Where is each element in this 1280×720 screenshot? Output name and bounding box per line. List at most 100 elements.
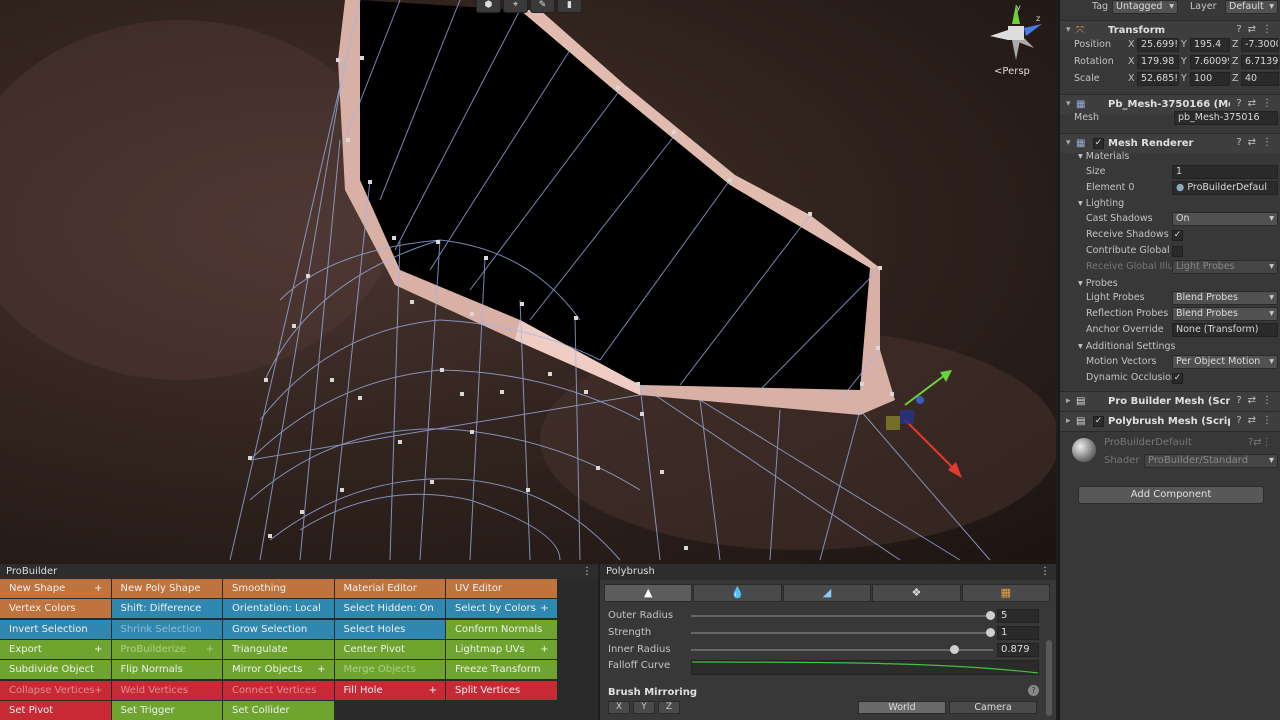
rotation-x-field[interactable]: 179.98: [1137, 55, 1179, 69]
probuilder-button-set-trigger[interactable]: Set Trigger: [111, 700, 222, 720]
scene-view[interactable]: ⬢ ⌖ ✎ ▮ y z <Persp: [0, 0, 1056, 564]
light-probes-dropdown[interactable]: Blend Probes: [1172, 291, 1278, 305]
dynamic-occlusion-checkbox[interactable]: ✓: [1172, 373, 1183, 384]
inner-radius-slider[interactable]: [691, 649, 993, 651]
probuilder-button-triangulate[interactable]: Triangulate: [223, 639, 334, 659]
probuilder-button-select-by-colors[interactable]: Select by Colors +: [446, 599, 557, 619]
probuilder-button-shrink-selection[interactable]: Shrink Selection: [111, 619, 222, 639]
component-tools[interactable]: ?⇄⋮: [1236, 24, 1278, 35]
sculpt-mode-icon[interactable]: ▲: [604, 584, 693, 602]
tag-dropdown[interactable]: Untagged: [1112, 0, 1178, 14]
scene-tool-2[interactable]: ⌖: [503, 0, 528, 13]
probuilder-button-material-editor[interactable]: Material Editor: [334, 579, 445, 598]
camera-space-button[interactable]: Camera: [949, 701, 1037, 714]
outer-radius-knob[interactable]: [986, 611, 995, 620]
collapse-arrow-icon[interactable]: ▸: [1066, 396, 1071, 406]
probuilder-button-flip-normals[interactable]: Flip Normals: [111, 660, 222, 680]
mesh-object-field[interactable]: pb_Mesh-375016: [1174, 111, 1278, 125]
lighting-foldout[interactable]: ▾ Lighting: [1060, 197, 1280, 213]
world-space-button[interactable]: World: [858, 701, 946, 714]
scene-tool-4[interactable]: ▮: [557, 0, 582, 13]
element0-field[interactable]: ● ProBuilderDefaul: [1172, 181, 1278, 195]
options-plus-icon[interactable]: +: [317, 660, 325, 679]
probuilder-button-invert-selection[interactable]: Invert Selection: [0, 619, 111, 639]
options-plus-icon[interactable]: +: [429, 681, 437, 700]
panel-menu-icon[interactable]: ⋮: [582, 564, 592, 580]
enable-checkbox[interactable]: ✓: [1093, 138, 1104, 149]
options-plus-icon[interactable]: +: [94, 640, 102, 659]
pro-builder-mesh-header[interactable]: ▸ ▤ Pro Builder Mesh (Scrip ?⇄⋮: [1060, 391, 1280, 411]
probuilder-button-select-hidden-on[interactable]: Select Hidden: On: [334, 599, 445, 619]
probuilder-button-fill-hole[interactable]: Fill Hole +: [334, 680, 445, 700]
probuilder-button-conform-normals[interactable]: Conform Normals: [446, 619, 557, 639]
probuilder-button-export[interactable]: Export +: [0, 639, 111, 659]
strength-knob[interactable]: [986, 628, 995, 637]
probuilder-tab[interactable]: ProBuilder ⋮: [0, 564, 598, 580]
probuilder-button-connect-vertices[interactable]: Connect Vertices: [223, 680, 334, 700]
inner-radius-field[interactable]: 0.879: [997, 643, 1039, 657]
materials-foldout[interactable]: ▾ Materials: [1060, 150, 1280, 166]
scale-z-field[interactable]: 40: [1241, 72, 1279, 86]
component-tools[interactable]: ?⇄⋮: [1236, 415, 1278, 426]
probuilder-button-uv-editor[interactable]: UV Editor: [446, 579, 557, 598]
probuilder-button-smoothing[interactable]: Smoothing: [223, 579, 334, 598]
probuilder-button-new-shape[interactable]: New Shape +: [0, 579, 111, 598]
component-tools[interactable]: ?⇄⋮: [1236, 395, 1278, 406]
probuilder-button-vertex-colors[interactable]: Vertex Colors: [0, 599, 111, 619]
probuilder-button-merge-objects[interactable]: Merge Objects: [334, 660, 445, 680]
rotation-y-field[interactable]: 7.60099: [1190, 55, 1230, 69]
size-field[interactable]: 1: [1172, 165, 1278, 179]
enable-checkbox[interactable]: ✓: [1093, 416, 1104, 427]
outer-radius-field[interactable]: 5: [997, 609, 1039, 623]
mirror-x-button[interactable]: X: [608, 701, 630, 714]
scale-y-field[interactable]: 100: [1190, 72, 1230, 86]
orientation-gizmo[interactable]: y z: [986, 2, 1046, 62]
options-plus-icon[interactable]: +: [540, 599, 548, 618]
motion-vectors-dropdown[interactable]: Per Object Motion: [1172, 355, 1278, 369]
component-tools[interactable]: ?⇄⋮: [1236, 98, 1278, 109]
mirror-y-button[interactable]: Y: [633, 701, 655, 714]
rotation-z-field[interactable]: 6.71398: [1241, 55, 1279, 69]
probuilder-button-grow-selection[interactable]: Grow Selection: [223, 619, 334, 639]
options-plus-icon[interactable]: +: [94, 681, 102, 700]
persp-label[interactable]: <Persp: [994, 66, 1030, 77]
reflection-probes-dropdown[interactable]: Blend Probes: [1172, 307, 1278, 321]
cast-shadows-dropdown[interactable]: On: [1172, 212, 1278, 226]
probuilder-button-set-pivot[interactable]: Set Pivot: [0, 700, 111, 720]
probuilder-button-weld-vertices[interactable]: Weld Vertices: [111, 680, 222, 700]
probuilder-button-orientation-local[interactable]: Orientation: Local: [223, 599, 334, 619]
component-tools[interactable]: ?⇄⋮: [1236, 137, 1278, 148]
polybrush-mesh-header[interactable]: ▸ ▤ ✓ Polybrush Mesh (Script ?⇄⋮: [1060, 411, 1280, 431]
receive-shadows-checkbox[interactable]: ✓: [1172, 230, 1183, 241]
probuilder-button-probuilderize[interactable]: ProBuilderize +: [111, 639, 222, 659]
collapse-arrow-icon[interactable]: ▾: [1066, 99, 1071, 109]
position-z-field[interactable]: -7.3000: [1241, 38, 1279, 52]
options-plus-icon[interactable]: +: [206, 640, 214, 659]
polybrush-tab[interactable]: Polybrush ⋮: [600, 564, 1056, 580]
scene-tool-3[interactable]: ✎: [530, 0, 555, 13]
collapse-arrow-icon[interactable]: ▾: [1066, 138, 1071, 148]
probuilder-button-lightmap-uvs[interactable]: Lightmap UVs +: [446, 639, 557, 659]
layer-dropdown[interactable]: Default: [1225, 0, 1278, 14]
probuilder-button-shift-difference[interactable]: Shift: Difference: [111, 599, 222, 619]
strength-field[interactable]: 1: [997, 626, 1039, 640]
inner-radius-knob[interactable]: [950, 645, 959, 654]
options-plus-icon[interactable]: +: [540, 640, 548, 659]
texture-mode-icon[interactable]: ▦: [961, 584, 1051, 602]
probuilder-button-split-vertices[interactable]: Split Vertices: [446, 680, 557, 700]
transform-header[interactable]: ▾ ⤧ Transform ?⇄⋮: [1060, 20, 1280, 40]
probuilder-button-subdivide-object[interactable]: Subdivide Object: [0, 660, 111, 680]
smooth-mode-icon[interactable]: 💧: [693, 584, 782, 602]
options-plus-icon[interactable]: +: [94, 579, 102, 598]
collapse-arrow-icon[interactable]: ▸: [1066, 416, 1071, 426]
paint-mode-icon[interactable]: ◢: [782, 584, 872, 602]
add-component-button[interactable]: Add Component: [1078, 486, 1264, 504]
panel-menu-icon[interactable]: ⋮: [1040, 564, 1050, 580]
probuilder-button-set-collider[interactable]: Set Collider: [223, 700, 334, 720]
additional-settings-foldout[interactable]: ▾ Additional Settings: [1060, 340, 1280, 356]
help-icon[interactable]: ?: [1028, 685, 1039, 696]
polybrush-scrollbar[interactable]: [1046, 640, 1052, 716]
scene-tool-1[interactable]: ⬢: [476, 0, 501, 13]
position-x-field[interactable]: 25.699!: [1137, 38, 1179, 52]
strength-slider[interactable]: [691, 632, 993, 634]
